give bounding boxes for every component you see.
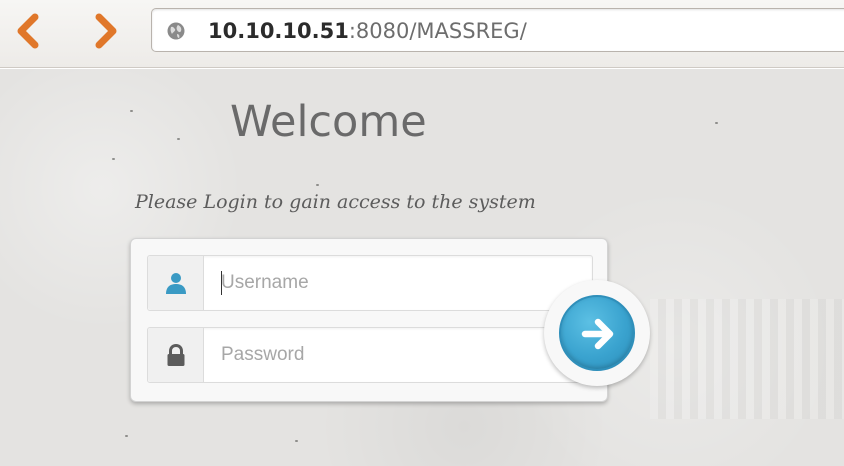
- password-icon-box: [148, 328, 204, 382]
- background-speck: [316, 184, 319, 186]
- password-input[interactable]: [205, 328, 545, 382]
- user-icon: [166, 273, 186, 294]
- back-button[interactable]: [10, 12, 46, 50]
- page-title: Welcome: [230, 97, 427, 147]
- url-text: 10.10.10.51:8080/MASSREG/: [208, 18, 527, 44]
- chevron-right-icon: [95, 13, 117, 49]
- login-page: Welcome Please Login to gain access to t…: [0, 69, 844, 466]
- arrow-right-icon: [581, 318, 614, 350]
- login-form: [130, 238, 608, 402]
- lock-icon: [167, 343, 185, 366]
- browser-toolbar: 10.10.10.51:8080/MASSREG/: [0, 0, 844, 68]
- page-subtitle: Please Login to gain access to the syste…: [135, 191, 536, 213]
- background-speck: [130, 110, 133, 112]
- background-speck: [177, 138, 180, 140]
- url-path: :8080/MASSREG/: [348, 19, 527, 43]
- chevron-left-icon: [17, 13, 39, 49]
- background-speck: [715, 122, 718, 124]
- globe-icon: [166, 21, 186, 41]
- submit-button-ring: [544, 280, 650, 386]
- address-bar[interactable]: 10.10.10.51:8080/MASSREG/: [151, 8, 844, 52]
- text-cursor: [221, 271, 222, 295]
- username-input[interactable]: [205, 256, 545, 310]
- password-field: [147, 327, 593, 383]
- url-host: 10.10.10.51: [208, 19, 349, 43]
- background-speck: [295, 440, 298, 442]
- forward-button[interactable]: [88, 12, 124, 50]
- username-icon-box: [148, 256, 204, 310]
- background-texture: [650, 299, 844, 419]
- background-speck: [112, 158, 115, 160]
- background-speck: [125, 435, 128, 437]
- login-submit-button[interactable]: [559, 295, 635, 371]
- username-field: [147, 255, 593, 311]
